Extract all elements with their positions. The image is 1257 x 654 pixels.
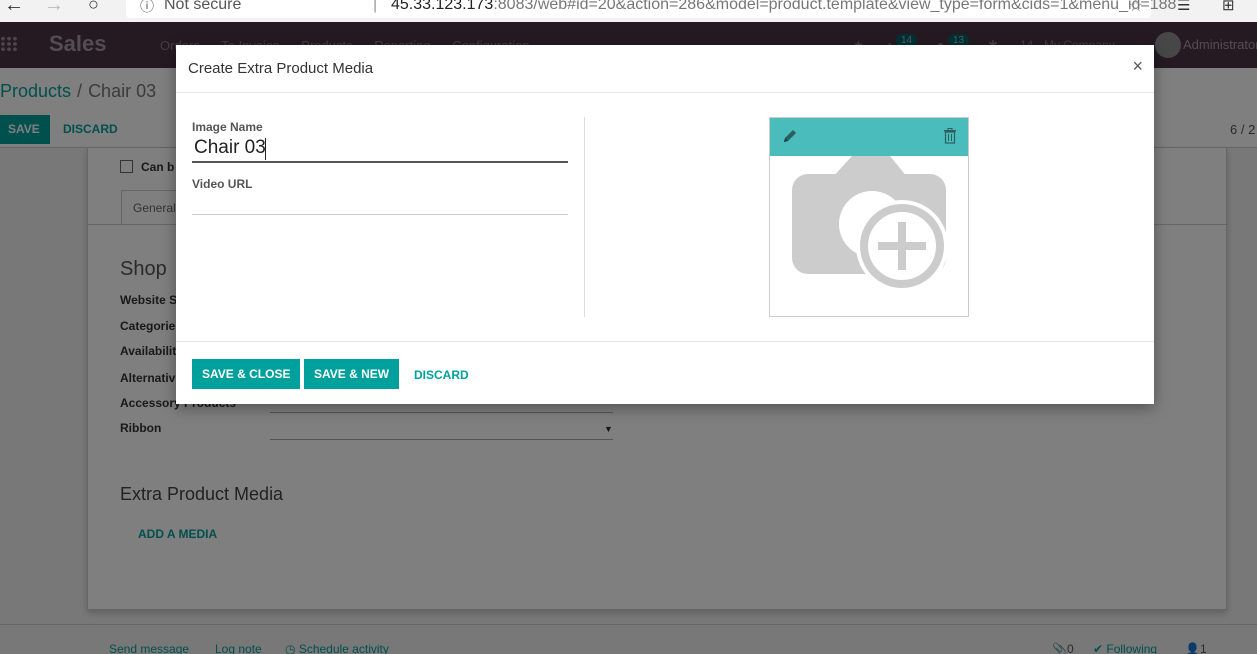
reload-icon[interactable]: ○ [88, 0, 99, 15]
camera-add-icon [792, 156, 948, 292]
create-media-dialog: Create Extra Product Media × Image Name … [176, 45, 1154, 404]
column-divider [584, 117, 585, 317]
close-icon[interactable]: × [1132, 56, 1143, 77]
video-url-input[interactable] [192, 195, 568, 215]
save-new-button[interactable]: SAVE & NEW [304, 359, 400, 389]
video-url-label: Video URL [192, 177, 253, 191]
image-toolbar [770, 118, 968, 156]
discard-button[interactable]: DISCARD [414, 368, 469, 382]
reading-list-icon[interactable]: ☰ [1177, 0, 1190, 14]
address-separator: | [373, 0, 378, 13]
address-bar[interactable]: ⓘ Not secure | 45.33.123.173:8083/web#id… [126, 0, 1176, 18]
image-name-input[interactable] [192, 135, 568, 163]
browser-toolbar: ← → ○ ⓘ Not secure | 45.33.123.173:8083/… [0, 0, 1257, 22]
forward-icon[interactable]: → [44, 0, 64, 17]
security-label: Not secure [164, 0, 242, 13]
image-name-label: Image Name [192, 120, 263, 134]
pencil-icon[interactable] [782, 128, 798, 149]
url-text[interactable]: 45.33.123.173:8083/web#id=20&action=286&… [391, 0, 1176, 14]
back-icon[interactable]: ← [4, 0, 24, 17]
info-icon[interactable]: ⓘ [140, 0, 154, 16]
star-icon[interactable]: ☆ [1129, 0, 1143, 16]
modal-header: Create Extra Product Media × [176, 45, 1154, 93]
trash-icon[interactable] [943, 128, 957, 149]
text-cursor [265, 138, 266, 160]
save-close-button[interactable]: SAVE & CLOSE [192, 359, 301, 389]
image-upload-widget[interactable] [769, 117, 969, 317]
modal-footer: SAVE & CLOSE SAVE & NEW DISCARD [176, 341, 1154, 404]
modal-title: Create Extra Product Media [188, 60, 374, 77]
collections-icon[interactable]: ⊞ [1222, 0, 1235, 14]
